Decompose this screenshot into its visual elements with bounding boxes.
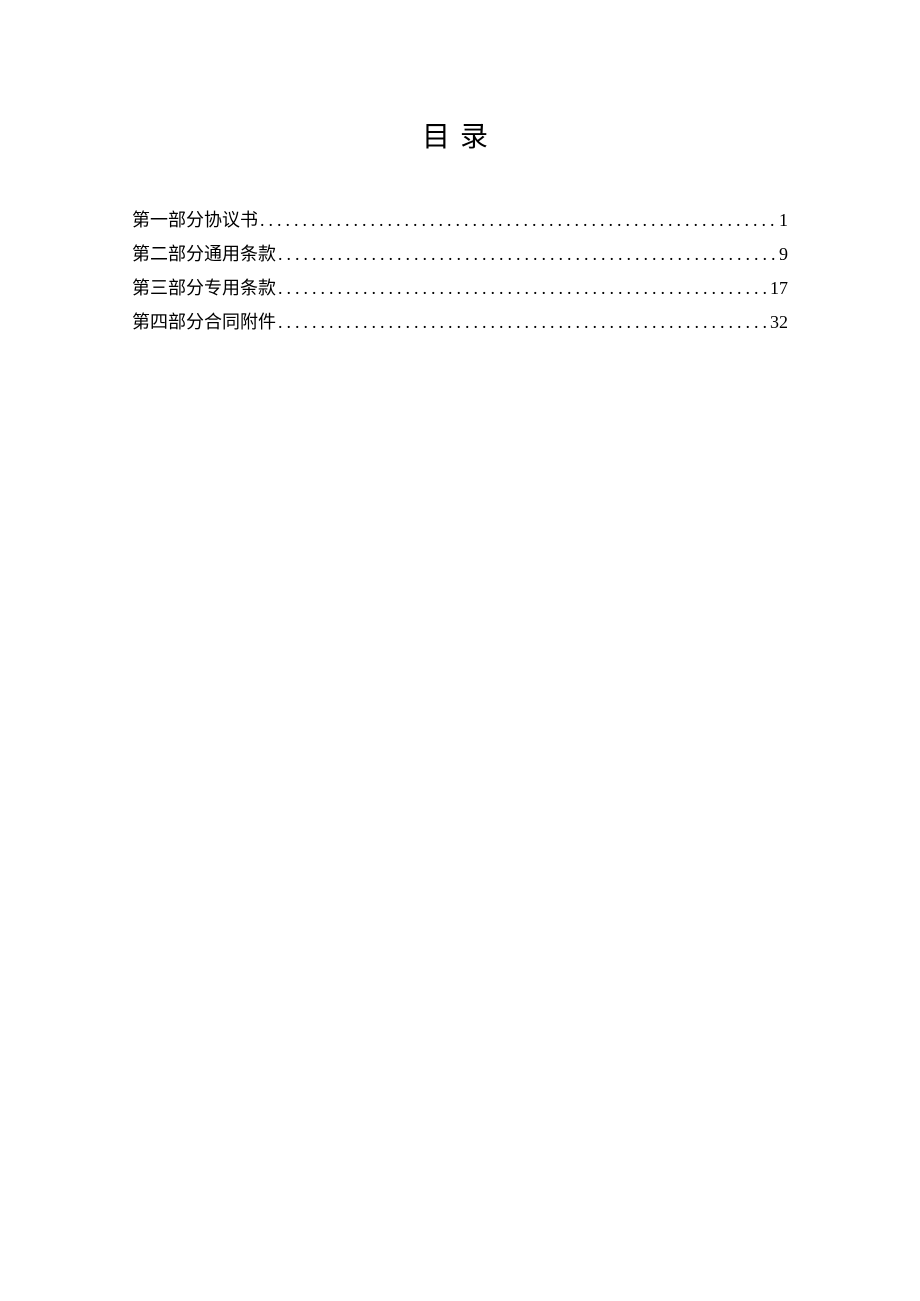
toc-entry-leader — [276, 305, 770, 339]
toc-entry: 第二部分通用条款 9 — [132, 237, 788, 271]
toc-entry-leader — [258, 203, 779, 237]
toc-entry-leader — [276, 271, 770, 305]
toc-entry-label: 第四部分合同附件 — [132, 305, 276, 339]
toc-entry-page: 32 — [770, 305, 788, 339]
toc-entry-page: 1 — [779, 203, 788, 237]
toc-entry-label: 第三部分专用条款 — [132, 271, 276, 305]
toc-entry: 第四部分合同附件 32 — [132, 305, 788, 339]
toc-entry-page: 9 — [779, 237, 788, 271]
toc-entry: 第一部分协议书 1 — [132, 203, 788, 237]
toc-entry-label: 第一部分协议书 — [132, 203, 258, 237]
toc-entry-leader — [276, 237, 779, 271]
toc-entry-label: 第二部分通用条款 — [132, 237, 276, 271]
toc-list: 第一部分协议书 1 第二部分通用条款 9 第三部分专用条款 17 第四部分合同附… — [0, 203, 920, 339]
toc-entry-page: 17 — [770, 271, 788, 305]
toc-entry: 第三部分专用条款 17 — [132, 271, 788, 305]
toc-title: 目录 — [0, 115, 920, 155]
